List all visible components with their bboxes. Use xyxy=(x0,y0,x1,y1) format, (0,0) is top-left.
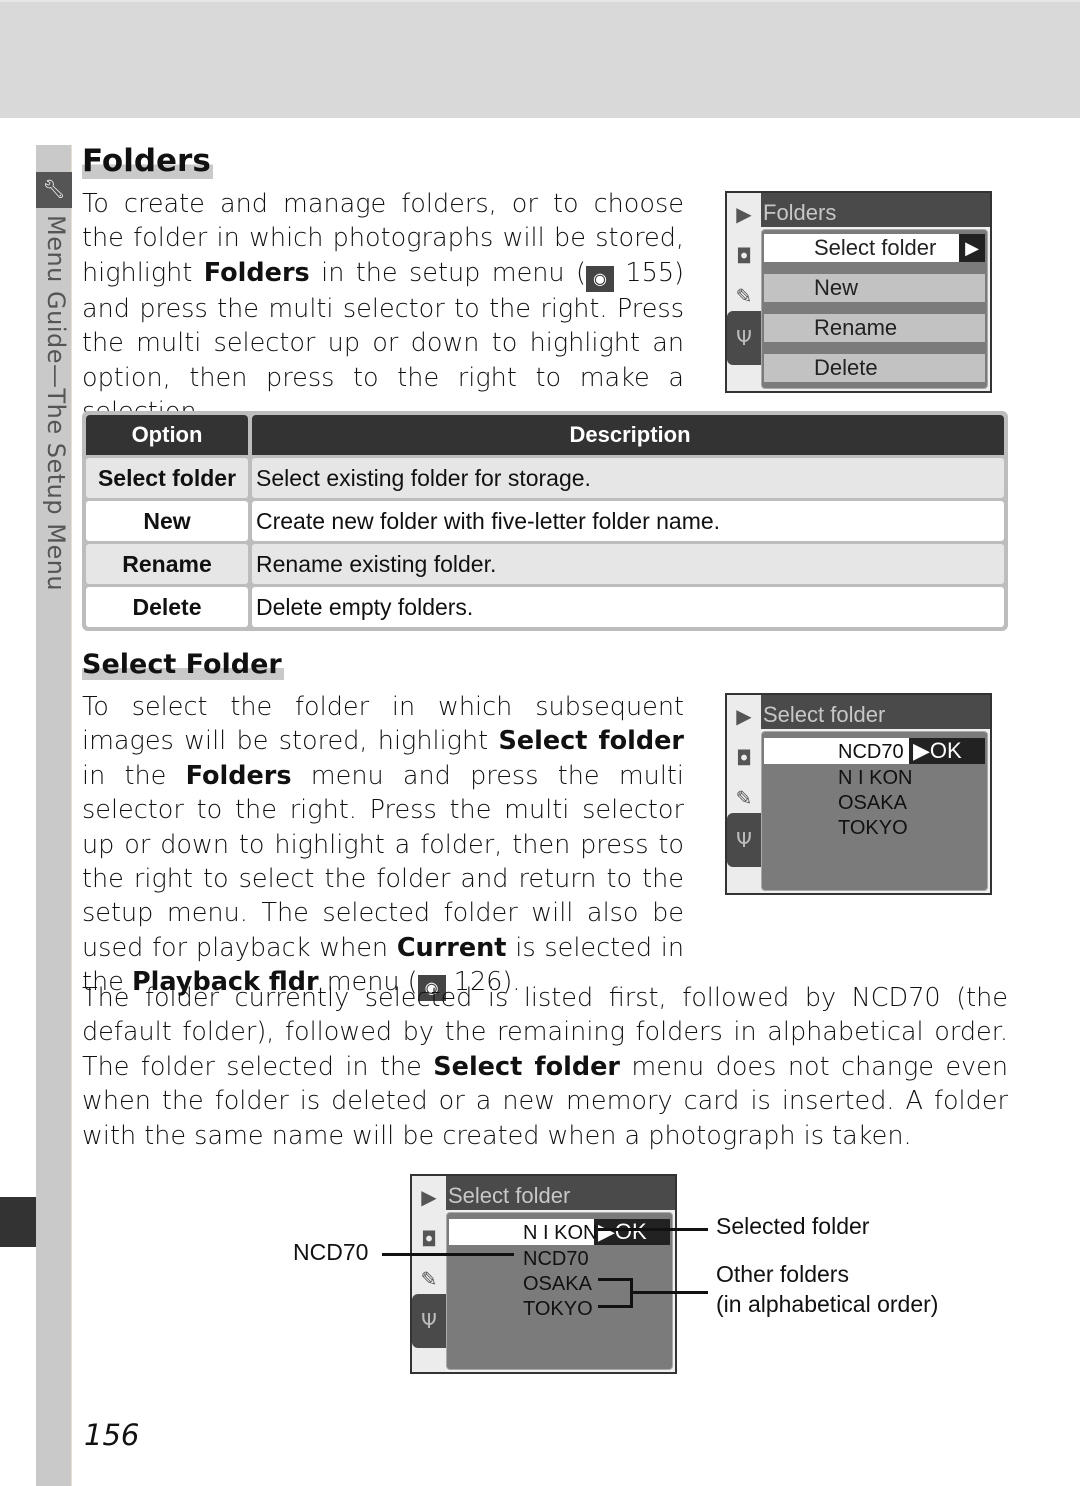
folder-list-panel: ▶OK NCD70 N I KON OSAKA TOKYO xyxy=(761,731,988,891)
screen-title: Folders xyxy=(761,193,990,227)
wrench-icon: Ψ xyxy=(412,1294,446,1348)
folder-item[interactable]: N I KON xyxy=(523,1221,597,1245)
option-cell: Rename xyxy=(86,544,248,584)
folders-intro-paragraph: To create and manage folders, or to choo… xyxy=(82,189,684,427)
callout-other-folders: Other folders xyxy=(716,1261,849,1287)
section-label: Menu Guide—The Setup Menu xyxy=(42,215,70,592)
menu-item-rename[interactable]: Rename xyxy=(764,314,985,342)
header-option: Option xyxy=(86,415,248,455)
pencil-icon: ✎ xyxy=(735,786,753,810)
page-header-band xyxy=(0,0,1080,118)
option-cell: New xyxy=(86,501,248,541)
playback-icon: ▶ xyxy=(736,202,752,226)
wrench-icon: 🔧︎ xyxy=(36,172,72,208)
menu-tabs: ▶ ◘ ✎ Ψ xyxy=(727,695,761,893)
folder-item[interactable]: TOKYO xyxy=(523,1297,593,1321)
callout-ncd70: NCD70 xyxy=(293,1239,369,1265)
right-arrow-icon: ▶ xyxy=(959,234,985,262)
folder-item[interactable]: NCD70 xyxy=(838,740,904,764)
table-row: Rename Rename existing folder. xyxy=(86,544,1004,584)
table-row: Select folder Select existing folder for… xyxy=(86,458,1004,498)
playback-icon: ▶ xyxy=(421,1185,437,1209)
chapter-thumb-tab xyxy=(0,1197,36,1247)
header-description: Description xyxy=(252,415,1004,455)
camera-icon: ◘ xyxy=(736,746,752,770)
folder-item[interactable]: TOKYO xyxy=(838,816,908,840)
folder-item[interactable]: OSAKA xyxy=(523,1272,592,1296)
pencil-icon: ✎ xyxy=(735,284,753,308)
camera-icon: ◘ xyxy=(421,1227,437,1251)
ok-button[interactable]: ▶OK xyxy=(909,738,985,764)
select-folder-heading: Select Folder xyxy=(82,649,284,680)
page-number: 156 xyxy=(84,1418,140,1452)
playback-icon: ▶ xyxy=(736,704,752,728)
ok-button[interactable]: ▶OK xyxy=(594,1219,670,1245)
menu-item-delete[interactable]: Delete xyxy=(764,354,985,382)
menu-item-select-folder[interactable]: Select folder ▶ xyxy=(764,234,985,262)
table-row: New Create new folder with five-letter f… xyxy=(86,501,1004,541)
folder-item[interactable]: NCD70 xyxy=(523,1247,589,1271)
eye-reference-icon: ◉ xyxy=(585,265,614,292)
description-cell: Create new folder with five-letter folde… xyxy=(252,501,1004,541)
bracket-top xyxy=(598,1278,632,1281)
camera-icon: ◘ xyxy=(736,244,752,268)
folders-heading: Folders xyxy=(82,143,213,179)
wrench-icon: Ψ xyxy=(727,813,761,867)
menu-tabs: ▶ ◘ ✎ Ψ xyxy=(727,193,761,391)
options-table: Option Description Select folder Select … xyxy=(82,411,1008,631)
select-folder-screen: ▶ ◘ ✎ Ψ Select folder ▶OK NCD70 N I KON … xyxy=(725,693,992,895)
callout-line-ncd70 xyxy=(382,1253,514,1256)
table-row: Delete Delete empty folders. xyxy=(86,587,1004,627)
menu-panel: Select folder ▶ New Rename Delete xyxy=(761,229,988,389)
menu-tabs: ▶ ◘ ✎ Ψ xyxy=(412,1176,446,1372)
callout-line-selected xyxy=(598,1228,708,1231)
screen-title: Select folder xyxy=(761,695,990,729)
table-header-row: Option Description xyxy=(86,415,1004,455)
bracket-bottom xyxy=(598,1305,632,1308)
callout-alphabetical-order: (in alphabetical order) xyxy=(716,1291,939,1317)
callout-selected-folder: Selected folder xyxy=(716,1213,870,1239)
callout-line-others xyxy=(632,1291,708,1294)
description-cell: Rename existing folder. xyxy=(252,544,1004,584)
option-cell: Delete xyxy=(86,587,248,627)
select-folder-paragraph: To select the folder in which subsequent… xyxy=(82,690,684,1002)
screen-title: Select folder xyxy=(446,1176,675,1210)
folder-order-diagram-screen: ▶ ◘ ✎ Ψ Select folder ▶OK N I KON NCD70 … xyxy=(410,1174,677,1374)
wrench-icon: Ψ xyxy=(727,311,761,365)
menu-item-new[interactable]: New xyxy=(764,274,985,302)
description-cell: Delete empty folders. xyxy=(252,587,1004,627)
pencil-icon: ✎ xyxy=(420,1267,438,1291)
folder-order-paragraph: The folder currently selected is listed … xyxy=(82,983,1009,1151)
option-cell: Select folder xyxy=(86,458,248,498)
folder-item[interactable]: OSAKA xyxy=(838,791,907,815)
folder-item[interactable]: N I KON xyxy=(838,766,912,790)
description-cell: Select existing folder for storage. xyxy=(252,458,1004,498)
folders-menu-screen: ▶ ◘ ✎ Ψ Folders Select folder ▶ New Renam… xyxy=(725,191,992,393)
